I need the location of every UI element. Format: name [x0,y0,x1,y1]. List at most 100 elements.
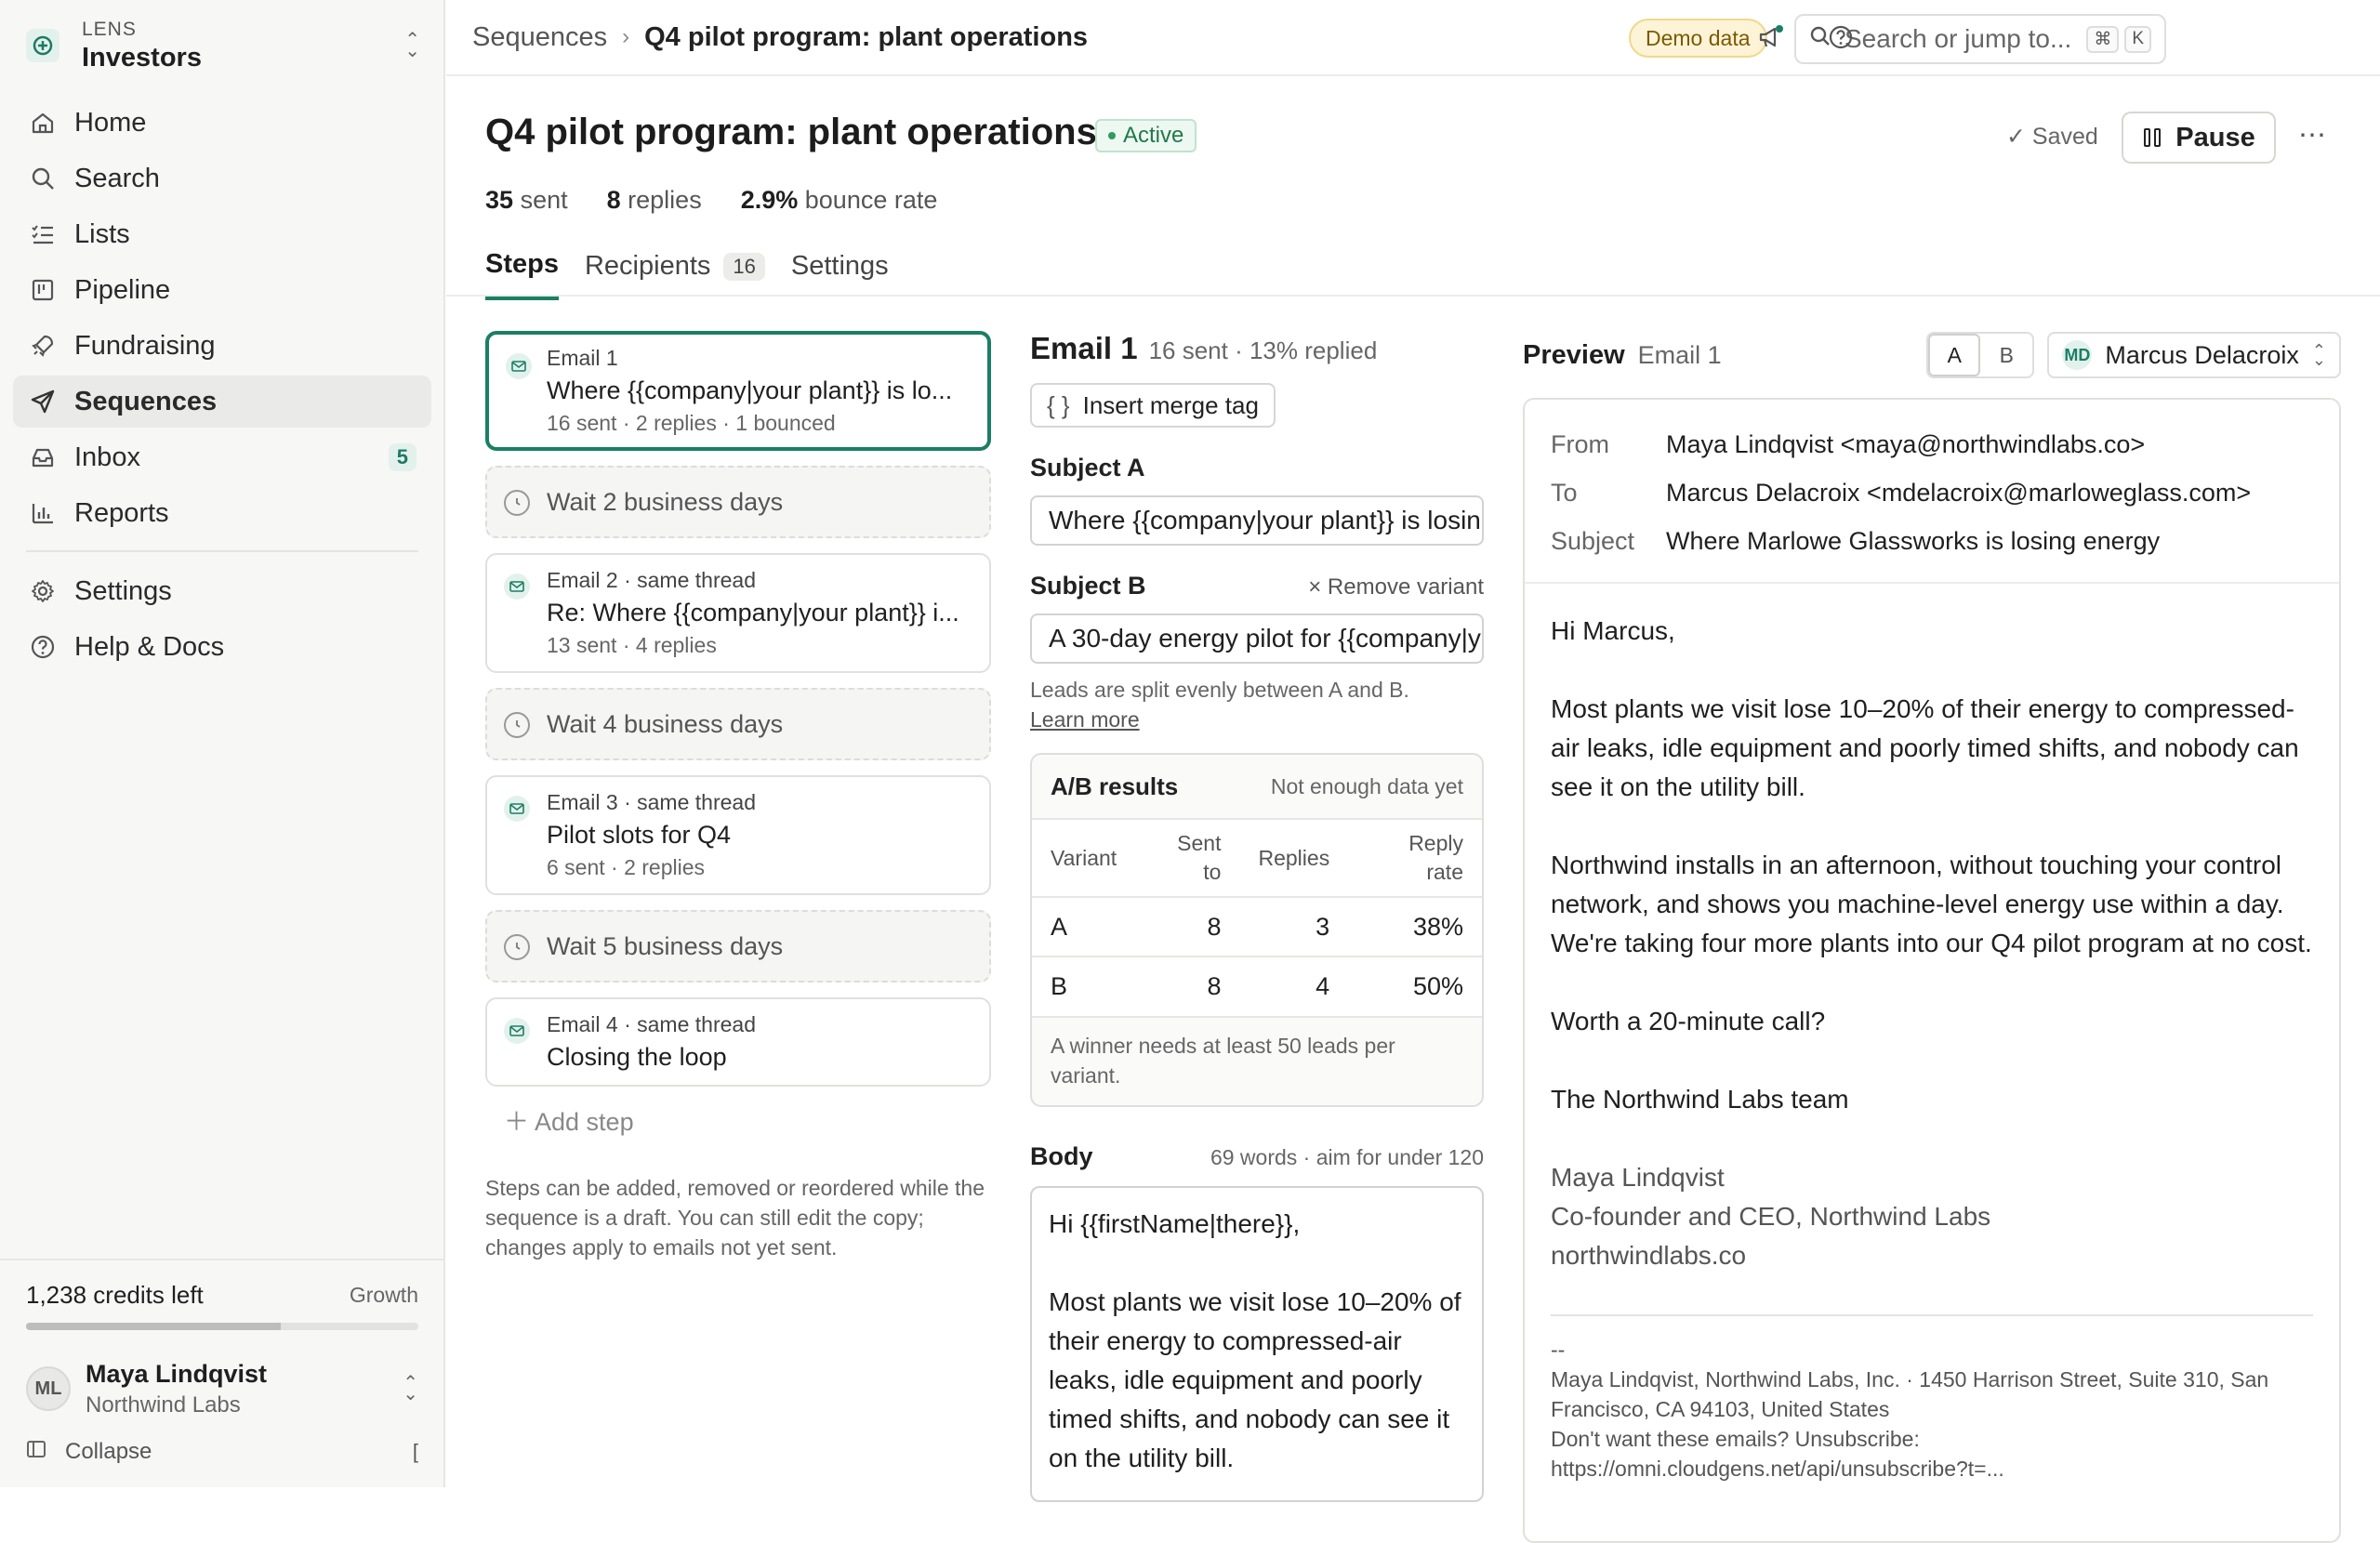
saved-indicator: ✓ Saved [2006,123,2098,151]
help-icon [28,632,58,662]
sidebar-item-lists[interactable]: Lists [13,208,431,260]
bar-chart-icon [28,498,58,528]
collapse-label: Collapse [65,1439,152,1464]
subject-a-label: Subject A [1030,454,1145,481]
subject-b-input[interactable]: A 30-day energy pilot for {{company|your… [1030,613,1484,664]
body-editor[interactable]: Hi {{firstName|there}}, Most plants we v… [1030,1186,1484,1502]
variant-toggle: A B [1926,332,2035,378]
table-cell: 50% [1348,956,1482,1016]
wait-step[interactable]: Wait 2 business days [485,466,991,538]
stat-label: replies [628,186,702,214]
step-subject: Closing the loop [547,1043,727,1071]
workspace-switcher[interactable]: LENS Investors ⌃ ⌄ [26,15,420,76]
email-step-card[interactable]: Email 4 · same thread Closing the loop [485,997,991,1087]
sidebar-item-help-docs[interactable]: Help & Docs [13,621,431,673]
sidebar-item-label: Lists [74,218,130,249]
signature-line[interactable]: northwindlabs.co [1551,1236,2313,1275]
wait-step[interactable]: Wait 5 business days [485,910,991,983]
help-icon[interactable] [1824,20,1858,54]
email-step-card[interactable]: Email 2 · same thread Re: Where {{company… [485,553,991,673]
table-cell: 38% [1348,896,1482,956]
preview-title: Preview [1523,339,1625,370]
body-label-row: Body 69 words · aim for under 120 [1030,1142,1484,1171]
sidebar-item-home[interactable]: Home [13,97,431,149]
footer-separator: -- [1551,1338,1566,1362]
step-label: Email 1 [547,346,618,370]
plan-label: Growth [349,1283,418,1307]
email-paragraph: Hi Marcus, [1551,616,1675,645]
breadcrumb-current: Q4 pilot program: plant operations [644,21,1089,52]
status-label: Active [1123,123,1184,148]
variant-a-toggle[interactable]: A [1928,334,1981,376]
preview-subtitle: Email 1 [1637,340,1722,369]
search-placeholder: Search or jump to... [1844,24,2072,53]
email-headers: From Maya Lindqvist <maya@northwindlabs.c… [1525,400,2339,584]
remove-variant-button[interactable]: × Remove variant [1308,574,1484,600]
mail-icon [504,574,530,600]
sidebar-item-search[interactable]: Search [13,152,431,204]
subject-a-label-row: Subject A [1030,454,1484,482]
ab-results-table: Variant Sent to Replies Reply rate A 8 3 38% B 8… [1032,818,1482,1016]
sidebar-item-label: Home [74,107,147,138]
email-paragraph: Worth a 20-minute call? [1551,1007,1826,1035]
to-label: To [1551,479,1578,507]
insert-merge-tag-button[interactable]: { } Insert merge tag [1030,383,1276,428]
sidebar-item-inbox[interactable]: Inbox 5 [13,431,431,483]
stat-value: 2.9% [740,186,799,214]
sidebar-item-fundraising[interactable]: Fundraising [13,320,431,372]
sidebar-divider [0,1259,444,1260]
recipient-select[interactable]: MD Marcus Delacroix ⌃ ⌄ [2047,332,2341,378]
table-row: B 8 4 50% [1032,956,1482,1016]
more-options-icon[interactable]: ⋯ [2298,119,2326,152]
announcements-icon[interactable] [1753,20,1787,54]
email-step-card[interactable]: Email 3 · same thread Pilot slots for Q4 6… [485,775,991,895]
search-icon [28,164,58,193]
user-org: Northwind Labs [86,1391,241,1418]
sidebar-item-label: Search [74,163,160,193]
unread-badge: 5 [388,443,416,471]
workspace-name: Investors [82,42,202,73]
check-icon: ✓ [2006,124,2032,150]
sidebar-item-reports[interactable]: Reports [13,487,431,539]
list-icon [28,219,58,249]
split-help-text: Leads are split evenly between A and B. [1030,678,1409,702]
mail-icon [504,796,530,822]
tab-label: Recipients [584,251,711,281]
subject-a-input[interactable]: Where {{company|your plant}} is losing e… [1030,495,1484,546]
kbd-cmd: ⌘ [2086,25,2120,53]
email-preview-card: From Maya Lindqvist <maya@northwindlabs.c… [1523,398,2341,1543]
breadcrumb-sequences[interactable]: Sequences [472,22,607,53]
merge-tag-label: Insert merge tag [1082,390,1259,419]
user-menu[interactable]: ML Maya Lindqvist Northwind Labs ⌃ ⌄ [26,1353,418,1424]
add-step-button[interactable]: ＋ Add step [504,1101,991,1138]
pause-button[interactable]: Pause [2122,112,2276,164]
tab-settings[interactable]: Settings [791,249,889,300]
wait-step[interactable]: Wait 4 business days [485,688,991,760]
email-editor: Email 1 16 sent · 13% replied { } Insert… [1030,331,1484,1502]
tab-count-badge: 16 [723,252,765,281]
braces-icon: { } [1047,390,1070,419]
demo-data-badge[interactable]: Demo data [1629,19,1767,58]
signature-line: Co-founder and CEO, Northwind Labs [1551,1202,1991,1231]
ab-table-header: Variant Sent to Replies Reply rate [1032,818,1482,897]
variant-b-toggle[interactable]: B [1980,334,2032,376]
step-label: Email 4 · same thread [547,1012,756,1036]
tab-recipients[interactable]: Recipients 16 [585,249,765,300]
wait-label: Wait 2 business days [547,487,784,516]
email-paragraph: Northwind installs in an afternoon, with… [1551,851,2312,957]
footer-unsubscribe-url[interactable]: https://omni.cloudgens.net/api/unsubscri… [1551,1454,2313,1484]
sidebar-item-pipeline[interactable]: Pipeline [13,264,431,316]
tab-steps[interactable]: Steps [485,249,559,300]
home-icon [28,108,58,138]
sidebar-item-sequences[interactable]: Sequences [13,376,431,428]
mail-icon [504,1018,530,1044]
sidebar-item-settings[interactable]: Settings [13,565,431,617]
learn-more-link[interactable]: Learn more [1030,707,1140,732]
kbd-k: K [2124,25,2151,53]
subject-b-label: Subject B [1030,572,1146,600]
email-step-card[interactable]: Email 1 Where {{company|your plant}} is l… [485,331,991,451]
tabs: Steps Recipients 16 Settings [485,249,915,300]
collapse-button[interactable]: Collapse [ [26,1435,418,1469]
rocket-icon [28,331,58,361]
org-label: LENS [82,18,137,40]
